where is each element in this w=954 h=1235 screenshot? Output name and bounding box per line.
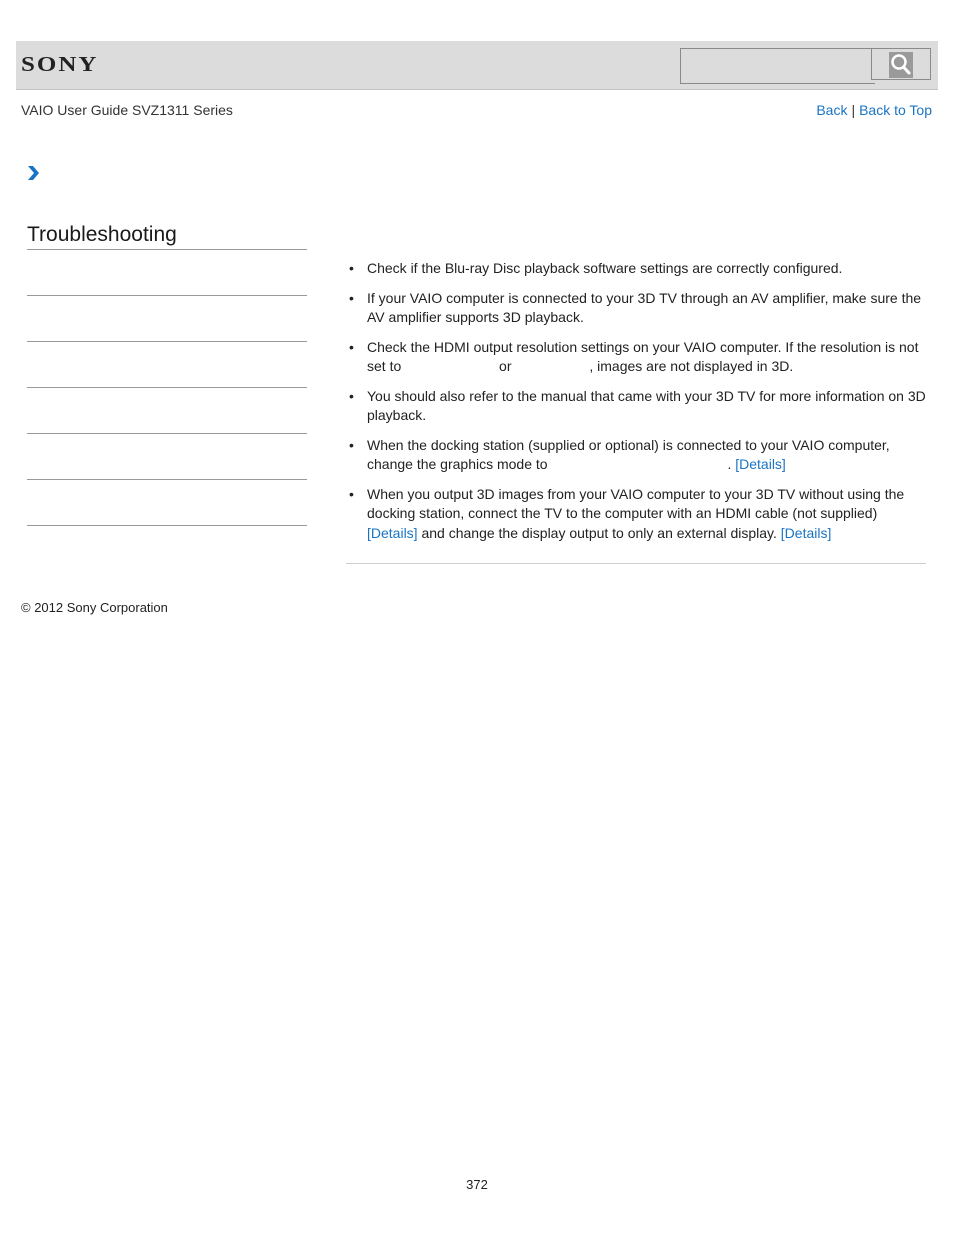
back-to-top-link[interactable]: Back to Top — [859, 102, 932, 118]
chevron-right-icon — [28, 166, 39, 180]
item-text: and change the display output to only an… — [421, 524, 777, 541]
content-divider — [346, 563, 926, 564]
item-text: Check if the Blu-ray Disc playback softw… — [367, 260, 843, 276]
copyright: © 2012 Sony Corporation — [21, 600, 168, 615]
bullet-icon: • — [349, 387, 354, 404]
details-link[interactable]: [Details] — [367, 525, 418, 541]
bullet-icon: • — [349, 485, 354, 502]
search-button[interactable] — [871, 48, 931, 80]
sidebar-item[interactable] — [27, 388, 307, 434]
list-item: • Check the HDMI output resolution setti… — [346, 338, 926, 377]
item-text: When the docking station (supplied or op… — [367, 436, 890, 473]
item-text: When you output 3D images from your VAIO… — [367, 485, 905, 522]
bullet-icon: • — [349, 436, 354, 453]
bullet-icon: • — [349, 260, 354, 276]
sidebar-item[interactable] — [27, 250, 307, 296]
page-number: 372 — [466, 1177, 488, 1192]
item-text: If your VAIO computer is connected to yo… — [367, 289, 922, 326]
item-text: or — [499, 358, 512, 374]
item-text: , images are not displayed in 3D. — [589, 358, 794, 374]
troubleshooting-list: • Check if the Blu-ray Disc playback sof… — [346, 259, 926, 543]
item-text: You should also refer to the manual that… — [367, 387, 926, 424]
sidebar-item[interactable] — [27, 296, 307, 342]
nav-separator: | — [851, 102, 856, 118]
top-nav: Back | Back to Top — [816, 102, 932, 118]
sony-logo: SONY — [21, 53, 99, 76]
breadcrumb[interactable] — [26, 165, 40, 181]
sidebar-title: Troubleshooting — [27, 222, 307, 250]
sidebar-item[interactable] — [27, 434, 307, 480]
details-link[interactable]: [Details] — [781, 525, 832, 541]
list-item: • If your VAIO computer is connected to … — [346, 289, 926, 328]
bullet-icon: • — [349, 338, 354, 355]
bullet-icon: • — [349, 289, 354, 306]
back-link[interactable]: Back — [816, 102, 847, 118]
item-text: . — [727, 456, 732, 472]
search-icon — [889, 52, 913, 78]
list-item: • When you output 3D images from your VA… — [346, 485, 926, 544]
guide-title: VAIO User Guide SVZ1311 Series — [21, 102, 233, 118]
list-item: • When the docking station (supplied or … — [346, 436, 926, 475]
search-input[interactable] — [680, 48, 875, 84]
details-link[interactable]: [Details] — [735, 456, 786, 472]
list-item: • You should also refer to the manual th… — [346, 387, 926, 426]
sidebar: Troubleshooting — [27, 222, 307, 526]
sidebar-item[interactable] — [27, 342, 307, 388]
main-content: • Check if the Blu-ray Disc playback sof… — [346, 259, 926, 553]
sidebar-item[interactable] — [27, 480, 307, 526]
list-item: • Check if the Blu-ray Disc playback sof… — [346, 259, 926, 279]
